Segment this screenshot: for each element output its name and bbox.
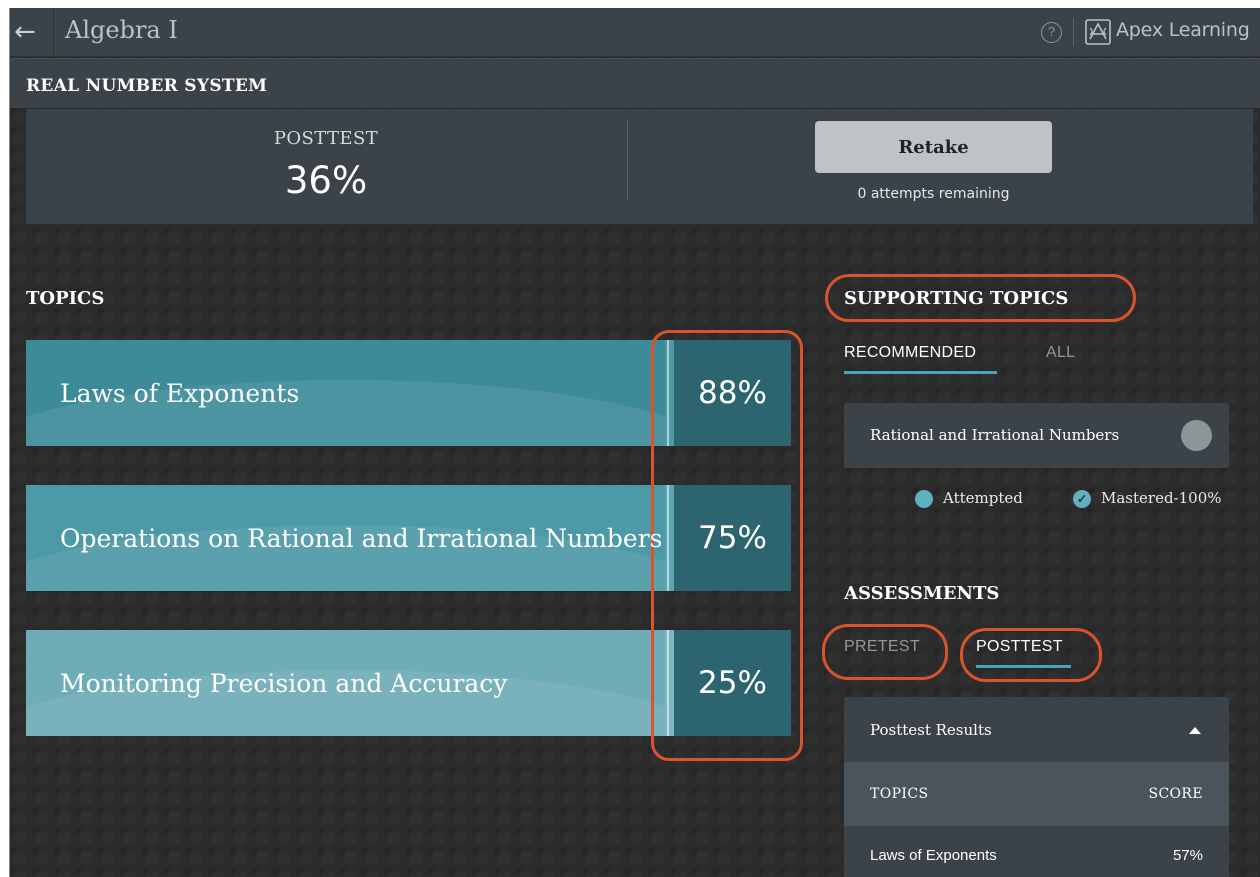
topic-card[interactable]: Operations on Rational and Irrational Nu… xyxy=(26,485,791,591)
attempted-dot-icon xyxy=(915,490,933,508)
supporting-topic-item[interactable]: Rational and Irrational Numbers xyxy=(844,403,1229,468)
section-title: REAL NUMBER SYSTEM xyxy=(26,76,268,96)
topic-name: Operations on Rational and Irrational Nu… xyxy=(60,523,663,553)
attempts-remaining: 0 attempts remaining xyxy=(857,186,1010,202)
posttest-score: 36% xyxy=(284,159,368,202)
supporting-topic-label: Rational and Irrational Numbers xyxy=(870,426,1120,444)
results-header[interactable]: Posttest Results xyxy=(844,697,1229,762)
topic-name: Monitoring Precision and Accuracy xyxy=(60,668,508,698)
posttest-label: POSTTEST xyxy=(273,128,379,149)
arrow-left-icon[interactable]: ← xyxy=(14,19,48,47)
divider xyxy=(627,120,628,200)
active-tab-underline xyxy=(976,665,1071,668)
assessments-heading: ASSESSMENTS xyxy=(844,583,1000,604)
caret-up-icon xyxy=(1189,727,1201,734)
legend-mastered: Mastered-100% xyxy=(1101,489,1222,507)
score-panel: POSTTEST 36% Retake 0 attempts remaining xyxy=(26,109,1253,224)
tab-pretest[interactable]: PRETEST xyxy=(844,638,920,656)
status-circle-icon xyxy=(1181,420,1212,451)
help-icon[interactable]: ? xyxy=(1041,22,1062,43)
retake-button[interactable]: Retake xyxy=(815,121,1052,173)
section-bar: REAL NUMBER SYSTEM xyxy=(10,58,1260,108)
table-row: Laws of Exponents 57% xyxy=(844,826,1229,877)
course-title: Algebra I xyxy=(65,16,178,44)
top-bar: ← Algebra I ? Apex Learning xyxy=(10,8,1260,57)
topic-card[interactable]: Monitoring Precision and Accuracy 25% xyxy=(26,630,791,736)
check-circle-icon: ✓ xyxy=(1073,490,1091,508)
app-window: ← Algebra I ? Apex Learning REAL NUMBER … xyxy=(9,8,1260,877)
topic-name: Laws of Exponents xyxy=(60,378,300,408)
result-score: 57% xyxy=(1172,847,1203,864)
supporting-topics-heading: SUPPORTING TOPICS xyxy=(844,288,1069,309)
posttest-results-panel: Posttest Results TOPICS SCORE Laws of Ex… xyxy=(844,697,1229,877)
tab-posttest[interactable]: POSTTEST xyxy=(976,638,1063,656)
column-score: SCORE xyxy=(1148,786,1203,802)
topic-card[interactable]: Laws of Exponents 88% xyxy=(26,340,791,446)
apex-logo-icon xyxy=(1085,19,1111,45)
legend-attempted: Attempted xyxy=(943,489,1023,507)
results-title: Posttest Results xyxy=(870,721,992,739)
tab-all[interactable]: ALL xyxy=(1046,344,1075,362)
divider xyxy=(53,8,54,57)
divider xyxy=(1073,18,1074,46)
tab-recommended[interactable]: RECOMMENDED xyxy=(844,344,976,362)
column-topics: TOPICS xyxy=(870,786,929,802)
result-topic: Laws of Exponents xyxy=(870,847,997,864)
topics-heading: TOPICS xyxy=(26,288,105,309)
brand-name: Apex Learning xyxy=(1116,19,1250,41)
active-tab-underline xyxy=(844,371,997,374)
results-column-header: TOPICS SCORE xyxy=(844,762,1229,826)
